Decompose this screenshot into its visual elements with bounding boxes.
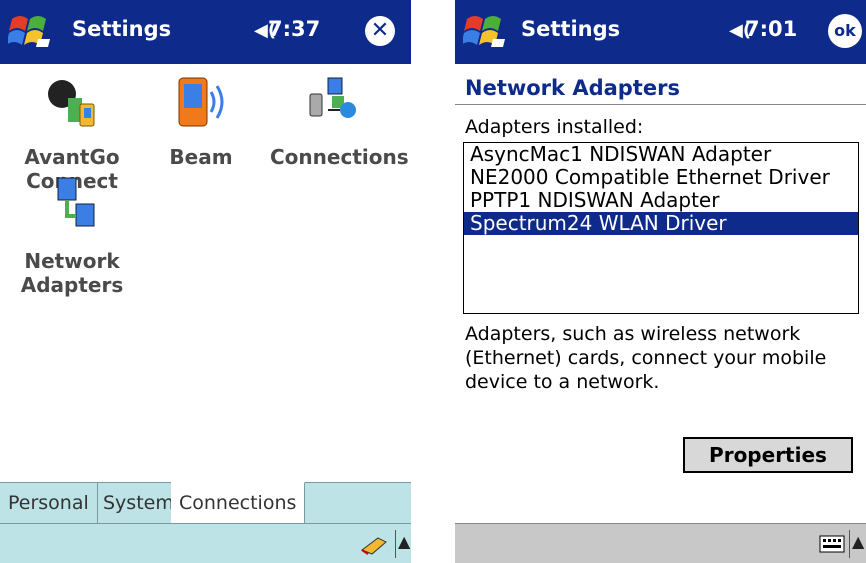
title-bar: Settings ◀︎( 7:37 ✕ [0,0,411,64]
window-title: Settings [72,17,172,41]
command-bar: ▲ [0,523,411,563]
windows-start-icon[interactable] [8,11,54,51]
command-bar: ▲ [455,523,866,563]
network-adapters-screen: Settings ◀︎( 7:01 ok Network Adapters Ad… [455,0,866,563]
adapter-item[interactable]: NE2000 Compatible Ethernet Driver [464,166,858,189]
clock[interactable]: 7:37 [268,17,320,41]
tile-label: Connections [270,145,409,169]
window-title: Settings [521,17,621,41]
handwriting-input-icon[interactable] [360,532,390,556]
tile-beam[interactable]: Beam [141,70,261,170]
tile-connections[interactable]: Connections [270,70,409,170]
connections-icon [309,77,356,118]
sip-separator [395,530,396,558]
tab-system[interactable]: System [95,483,183,523]
title-bar: Settings ◀︎( 7:01 ok [455,0,866,64]
tile-label: Network [24,249,120,273]
tile-label: Beam [169,145,233,169]
tile-label-line2: Adapters [20,273,124,297]
properties-button[interactable]: Properties [683,437,853,473]
keyboard-icon[interactable] [819,534,845,554]
close-icon[interactable]: ✕ [365,16,395,46]
adapters-list-label: Adapters installed: [465,116,644,138]
settings-connections-screen: Settings ◀︎( 7:37 ✕ AvantGo Connect Beam [0,0,411,563]
tile-network-adapters[interactable]: Network Adapters [12,174,132,298]
sip-arrow-up-icon[interactable]: ▲ [398,532,410,551]
tab-connections[interactable]: Connections [171,482,306,524]
windows-start-icon[interactable] [463,11,509,51]
clock[interactable]: 7:01 [745,17,797,41]
ok-icon[interactable]: ok [828,14,862,48]
page-title: Network Adapters [465,76,680,100]
adapters-description: Adapters, such as wireless network (Ethe… [465,323,827,393]
title-divider [455,104,866,105]
adapters-listbox[interactable]: AsyncMac1 NDISWAN Adapter NE2000 Compati… [463,142,859,314]
tab-personal[interactable]: Personal [0,483,98,523]
sip-arrow-up-icon[interactable]: ▲ [852,532,864,551]
adapter-item[interactable]: PPTP1 NDISWAN Adapter [464,189,858,212]
tile-label: AvantGo [24,145,120,169]
avantgo-icon [48,80,95,127]
adapter-item[interactable]: AsyncMac1 NDISWAN Adapter [464,143,858,166]
beam-icon [178,77,224,127]
tab-strip: Personal System Connections [0,482,411,524]
sip-separator [849,530,850,558]
network-adapters-icon [57,177,95,227]
adapter-item-selected[interactable]: Spectrum24 WLAN Driver [464,212,858,235]
